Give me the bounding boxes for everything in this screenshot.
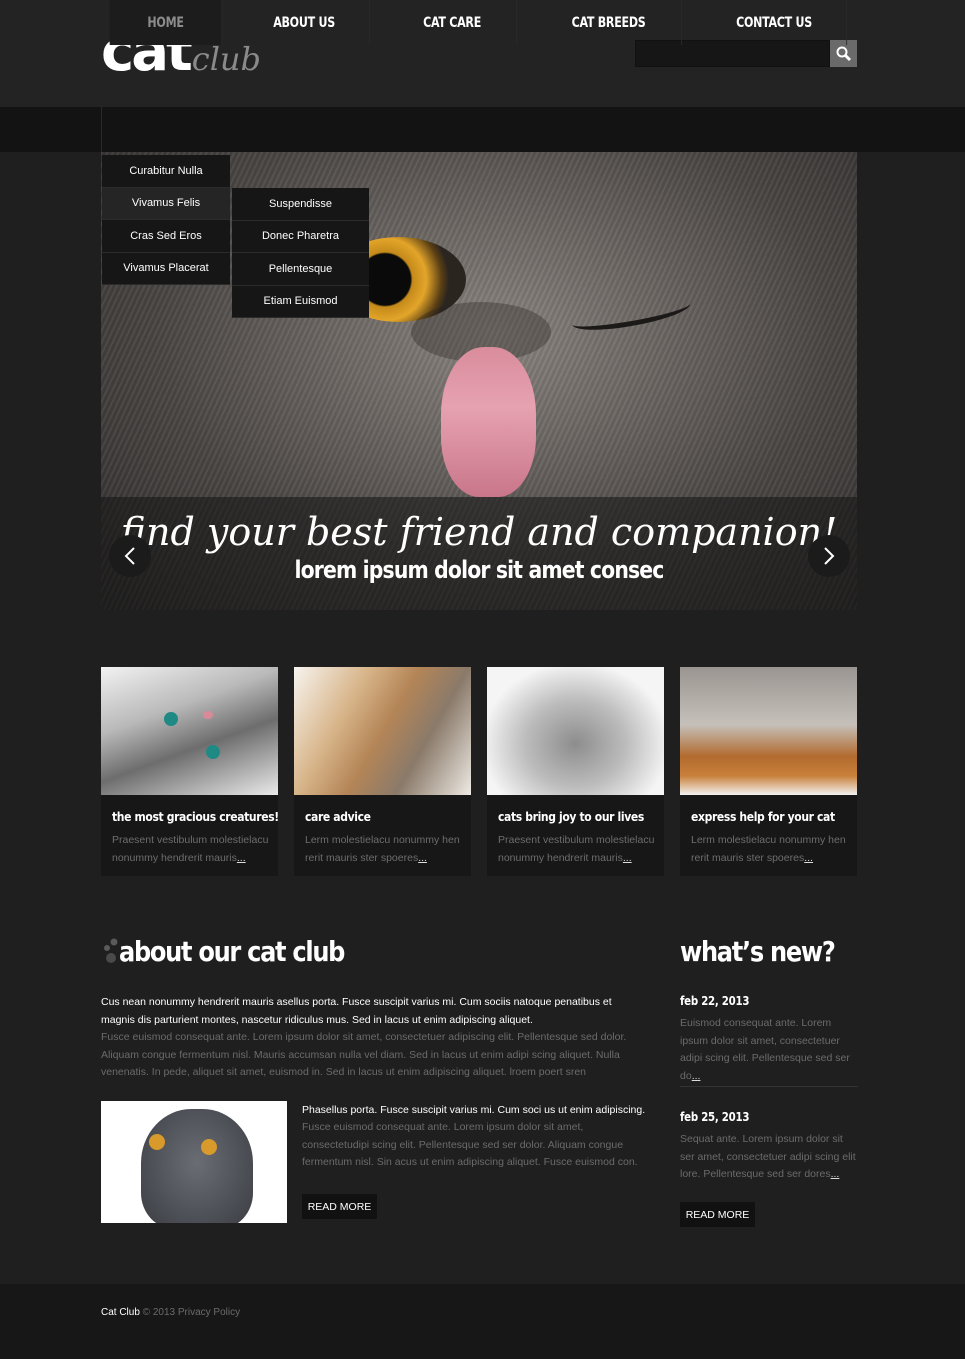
news-heading: what’s new? bbox=[680, 935, 836, 968]
news-date: feb 25, 2013 bbox=[680, 1110, 750, 1124]
footer-text: Cat Club © 2013 Privacy Policy bbox=[101, 1307, 240, 1318]
feature-card[interactable]: the most gracious creatures! Praesent ve… bbox=[101, 667, 279, 876]
feature-card[interactable]: care advice Lerm molestielacu nonummy he… bbox=[294, 667, 471, 876]
chevron-right-icon bbox=[824, 547, 835, 565]
feature-card[interactable]: cats bring joy to our lives Praesent ves… bbox=[487, 667, 664, 876]
home-dropdown: Curabitur Nulla Vivamus Felis Cras Sed E… bbox=[102, 155, 230, 285]
nav-cat-care[interactable]: CAT CARE bbox=[388, 0, 518, 45]
card-desc-text: Lerm molestielacu nonummy hen rerit maur… bbox=[691, 834, 846, 864]
card-title[interactable]: cats bring joy to our lives bbox=[498, 810, 644, 824]
news-text-body: Euismod consequat ante. Lorem ipsum dolo… bbox=[680, 1017, 850, 1083]
news-more-link[interactable]: ... bbox=[831, 1168, 840, 1180]
dropdown-item[interactable]: Vivamus Felis bbox=[102, 187, 230, 220]
card-more-link[interactable]: ... bbox=[804, 852, 813, 864]
nav-about-us[interactable]: ABOUT US bbox=[239, 0, 371, 45]
card-more-link[interactable]: ... bbox=[418, 852, 427, 864]
news-divider bbox=[680, 1086, 858, 1087]
nav-home[interactable]: HOME bbox=[109, 0, 223, 45]
card-image-sleeping-kitten[interactable] bbox=[487, 667, 664, 795]
about-body2-text: Fusce euismod consequat ante. Lorem ipsu… bbox=[302, 1121, 638, 1169]
news-text: Euismod consequat ante. Lorem ipsum dolo… bbox=[680, 1015, 858, 1086]
news-text: Sequat ante. Lorem ipsum dolor sit ser a… bbox=[680, 1131, 858, 1184]
card-desc: Praesent vestibulum molestielacu nonummy… bbox=[498, 831, 658, 867]
feature-card[interactable]: express help for your cat Lerm molestiel… bbox=[680, 667, 857, 876]
about-cat-image bbox=[101, 1101, 287, 1223]
card-image-kitten[interactable] bbox=[101, 667, 278, 795]
sub-dropdown: Suspendisse Donec Pharetra Pellentesque … bbox=[232, 188, 369, 318]
card-title[interactable]: express help for your cat bbox=[691, 810, 835, 824]
chevron-left-icon bbox=[124, 547, 135, 565]
card-image-eating-cat[interactable] bbox=[680, 667, 857, 795]
news-text-body: Sequat ante. Lorem ipsum dolor sit ser a… bbox=[680, 1133, 856, 1181]
card-more-link[interactable]: ... bbox=[237, 852, 246, 864]
dropdown-item[interactable]: Cras Sed Eros bbox=[102, 220, 230, 253]
slider-next-button[interactable] bbox=[808, 535, 850, 577]
about-body-text: Fusce euismod consequat ante. Lorem ipsu… bbox=[101, 1031, 627, 1079]
dropdown-item[interactable]: Etiam Euismod bbox=[232, 286, 369, 318]
dropdown-item[interactable]: Donec Pharetra bbox=[232, 221, 369, 253]
slide-caption-script: find your best friend and companion! bbox=[120, 510, 838, 554]
slide-caption-sub: lorem ipsum dolor sit amet consec bbox=[294, 556, 664, 584]
dropdown-item[interactable]: Suspendisse bbox=[232, 188, 369, 221]
card-desc-text: Lerm molestielacu nonummy hen rerit maur… bbox=[305, 834, 460, 864]
card-desc: Lerm molestielacu nonummy hen rerit maur… bbox=[305, 831, 465, 867]
main-nav bbox=[0, 107, 965, 152]
card-desc: Praesent vestibulum molestielacu nonummy… bbox=[112, 831, 272, 867]
card-desc: Lerm molestielacu nonummy hen rerit maur… bbox=[691, 831, 851, 867]
news-more-link[interactable]: ... bbox=[692, 1070, 701, 1082]
footer-privacy-link[interactable]: © 2013 Privacy Policy bbox=[140, 1307, 240, 1318]
nav-cat-breeds[interactable]: CAT BREEDS bbox=[536, 0, 683, 45]
about-heading: about our cat club bbox=[119, 935, 345, 968]
card-more-link[interactable]: ... bbox=[623, 852, 632, 864]
dropdown-item[interactable]: Curabitur Nulla bbox=[102, 155, 230, 188]
card-title[interactable]: the most gracious creatures! bbox=[112, 810, 279, 824]
dropdown-item[interactable]: Pellentesque bbox=[232, 253, 369, 286]
about-lead-text: Cus nean nonummy hendrerit mauris asellu… bbox=[101, 996, 612, 1026]
paw-icon bbox=[104, 938, 118, 963]
about-lead2-text: Phasellus porta. Fusce suscipit varius m… bbox=[302, 1104, 646, 1116]
card-title[interactable]: care advice bbox=[305, 810, 371, 824]
cat-tongue bbox=[441, 347, 536, 497]
news-date: feb 22, 2013 bbox=[680, 994, 750, 1008]
nav-divider bbox=[101, 107, 102, 152]
dropdown-item[interactable]: Vivamus Placerat bbox=[102, 253, 230, 285]
about-read-more-button[interactable]: READ MORE bbox=[302, 1194, 377, 1219]
news-read-more-button[interactable]: READ MORE bbox=[680, 1202, 755, 1227]
slider-prev-button[interactable] bbox=[109, 535, 151, 577]
nav-contact-us[interactable]: CONTACT US bbox=[702, 0, 848, 45]
site-footer bbox=[0, 1284, 965, 1359]
card-image-cats[interactable] bbox=[294, 667, 471, 795]
footer-brand: Cat Club bbox=[101, 1307, 140, 1318]
logo-sub-text: club bbox=[191, 40, 262, 78]
